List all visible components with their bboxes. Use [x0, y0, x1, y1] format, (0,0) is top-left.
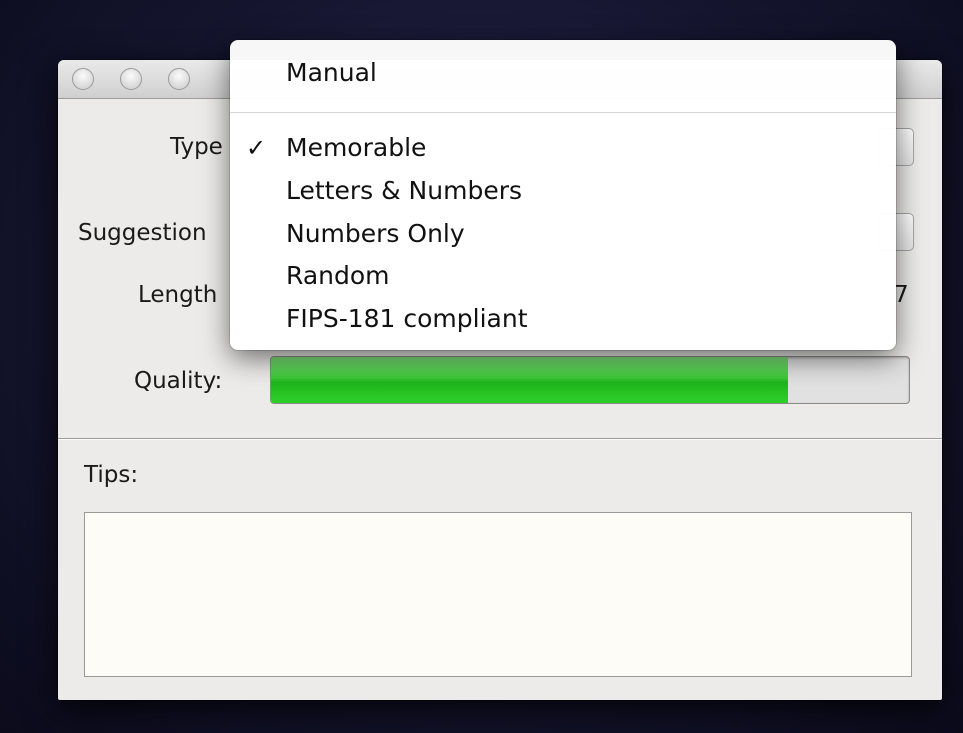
menu-item-label: FIPS-181 compliant — [286, 304, 528, 333]
length-label: Length — [138, 282, 218, 308]
menu-item-label: Random — [286, 261, 390, 290]
menu-item-memorable[interactable]: ✓ Memorable — [230, 127, 896, 169]
menu-item-label: Memorable — [286, 133, 427, 162]
type-label: Type — [170, 134, 223, 160]
menu-separator — [230, 112, 896, 113]
menu-item-label: Numbers Only — [286, 219, 465, 248]
menu-item-numbers-only[interactable]: Numbers Only — [230, 213, 896, 255]
zoom-window-icon[interactable] — [168, 68, 190, 90]
suggestion-label: Suggestion — [78, 220, 207, 246]
quality-meter-fill — [271, 357, 788, 403]
quality-label: Quality: — [134, 368, 223, 394]
length-value: 7 — [894, 282, 909, 308]
type-dropdown-menu: Manual ✓ Memorable Letters & Numbers Num… — [230, 40, 896, 350]
menu-item-label: Manual — [286, 58, 377, 87]
menu-item-random[interactable]: Random — [230, 255, 896, 297]
menu-item-label: Letters & Numbers — [286, 176, 522, 205]
menu-item-manual[interactable]: Manual — [230, 52, 896, 94]
checkmark-icon: ✓ — [246, 134, 267, 162]
quality-meter — [270, 356, 910, 404]
menu-item-fips-181[interactable]: FIPS-181 compliant — [230, 298, 896, 340]
minimize-window-icon[interactable] — [120, 68, 142, 90]
menu-item-letters-numbers[interactable]: Letters & Numbers — [230, 170, 896, 212]
tips-text-area[interactable] — [84, 512, 912, 677]
section-divider — [58, 438, 942, 439]
close-window-icon[interactable] — [72, 68, 94, 90]
tips-label: Tips: — [84, 462, 139, 488]
